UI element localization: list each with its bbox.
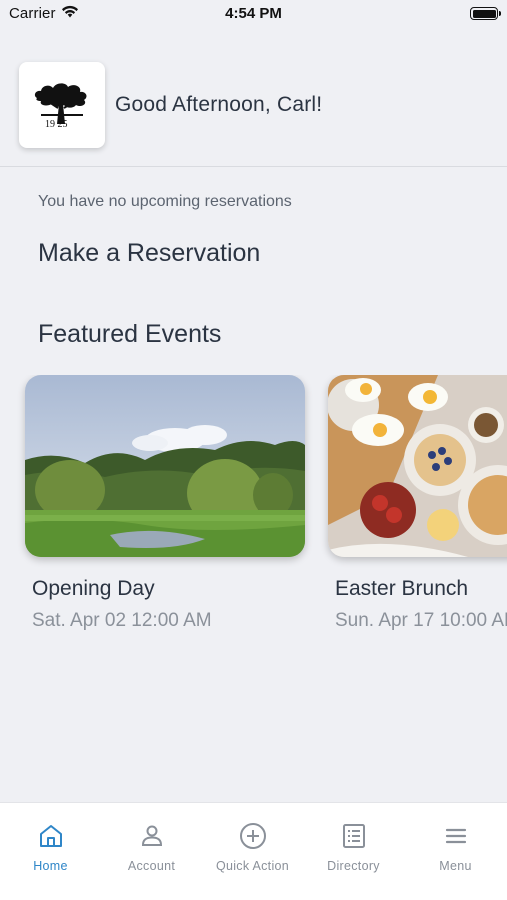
tab-label: Account — [127, 859, 176, 873]
featured-events-heading: Featured Events — [38, 320, 222, 348]
event-card-opening-day[interactable]: Opening Day Sat. Apr 02 12:00 AM — [25, 375, 305, 632]
brunch-table-photo — [328, 375, 507, 557]
make-reservation-link[interactable]: Make a Reservation — [38, 239, 260, 268]
logo-year-text: 19 25 — [45, 119, 68, 130]
status-bar: Carrier 4:54 PM — [0, 0, 507, 28]
status-time: 4:54 PM — [225, 5, 282, 22]
no-reservations-message: You have no upcoming reservations — [38, 193, 292, 210]
battery-icon — [470, 7, 501, 20]
home-icon — [0, 821, 101, 851]
tab-label: Home — [33, 859, 68, 873]
event-date: Sat. Apr 02 12:00 AM — [32, 610, 212, 631]
tab-menu[interactable]: Menu — [405, 821, 506, 873]
person-icon — [101, 821, 202, 851]
event-card-easter-brunch[interactable]: Easter Brunch Sun. Apr 17 10:00 AM — [328, 375, 507, 632]
tab-account[interactable]: Account — [101, 821, 202, 873]
list-icon — [303, 821, 404, 851]
tab-label: Directory — [327, 859, 380, 873]
tree-logo-icon: 19 25 — [34, 83, 87, 130]
featured-events-carousel[interactable]: Opening Day Sat. Apr 02 12:00 AM Easter … — [0, 375, 507, 645]
greeting-text: Good Afternoon, Carl! — [115, 93, 323, 116]
home-header: 19 25 Good Afternoon, Carl! — [19, 62, 507, 148]
golf-course-photo — [25, 375, 305, 557]
event-name: Opening Day — [32, 577, 155, 600]
tab-home[interactable]: Home — [0, 821, 101, 873]
event-name: Easter Brunch — [335, 577, 469, 600]
plus-circle-icon — [202, 821, 303, 851]
tab-quick-action[interactable]: Quick Action — [202, 821, 303, 873]
club-logo[interactable]: 19 25 — [19, 62, 105, 148]
event-date: Sun. Apr 17 10:00 AM — [335, 610, 507, 631]
tab-label: Quick Action — [215, 859, 290, 873]
tab-directory[interactable]: Directory — [303, 821, 404, 873]
hamburger-icon — [405, 821, 506, 851]
tab-label: Menu — [439, 859, 472, 873]
bottom-tab-bar: Home Account Quick Action Directory Menu — [0, 802, 507, 900]
header-divider — [0, 166, 507, 167]
